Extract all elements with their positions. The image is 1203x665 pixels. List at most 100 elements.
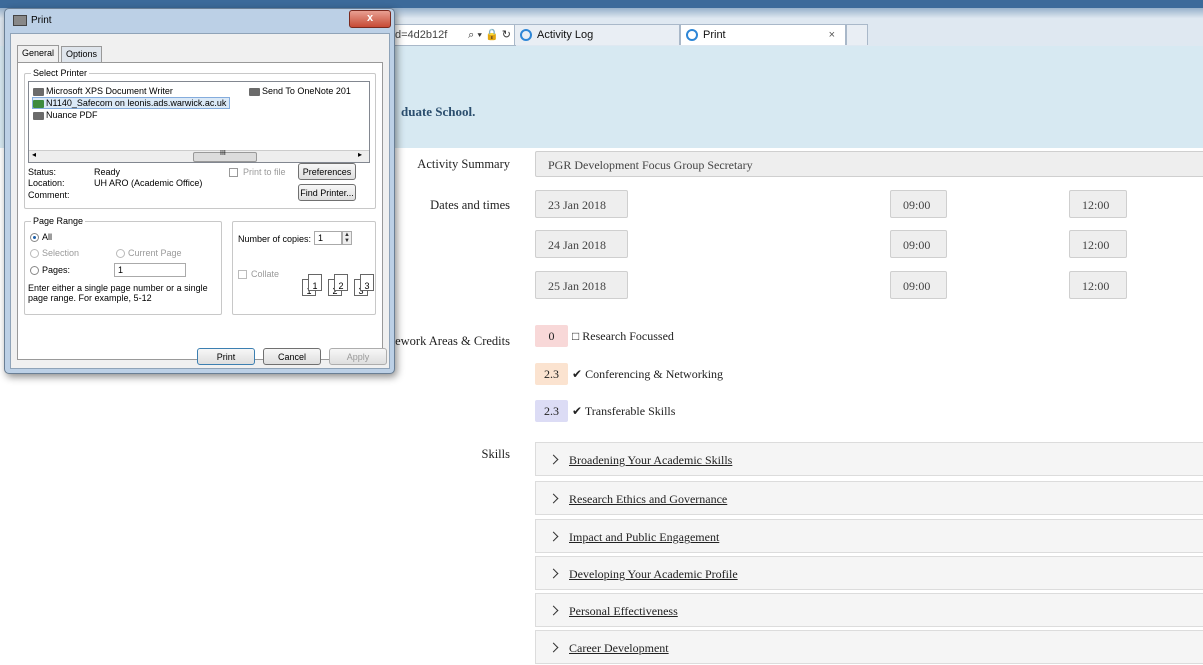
scroll-right-icon[interactable]: ▸ [358,150,362,159]
credit-item[interactable]: □ Research Focussed [572,329,674,344]
page-range-hint: Enter either a single page number or a s… [28,283,208,293]
tab-label: Activity Log [537,29,594,41]
current-page-label: Current Page [128,248,182,258]
preferences-button[interactable]: Preferences [298,163,356,180]
printer-item[interactable]: Nuance PDF [33,110,98,120]
skill-title[interactable]: Developing Your Academic Profile [569,567,738,581]
location-label: Location: [28,178,65,188]
select-printer-label: Select Printer [31,68,90,78]
collate-checkbox[interactable] [238,270,247,279]
skill-accordion[interactable]: Research Ethics and Governance [535,481,1203,515]
printer-name: Send To OneNote 201 [262,86,351,96]
start-time-field[interactable]: 09:00 [890,190,947,218]
scroll-thumb[interactable]: III [193,150,257,162]
comment-label: Comment: [28,190,70,200]
cancel-button[interactable]: Cancel [263,348,321,365]
end-time-field[interactable]: 12:00 [1069,230,1127,258]
all-label: All [42,232,53,242]
chevron-right-icon [548,454,559,465]
credit-value: 2.3 [535,400,568,422]
skill-title[interactable]: Broadening Your Academic Skills [569,453,732,467]
page-range-hint: page range. For example, 5-12 [28,293,152,303]
date-field[interactable]: 24 Jan 2018 [535,230,628,258]
printer-item-selected[interactable]: N1140_Safecom on leonis.ads.warwick.ac.u… [32,97,231,109]
end-time-field[interactable]: 12:00 [1069,190,1127,218]
close-tab-icon[interactable]: × [829,25,835,46]
pages-input[interactable]: 1 [114,263,186,277]
apply-button: Apply [329,348,387,365]
horizontal-scrollbar[interactable]: ◂ III ▸ [29,150,369,162]
location-value: UH ARO (Academic Office) [94,178,203,188]
skill-title[interactable]: Impact and Public Engagement [569,530,719,544]
chevron-right-icon [548,531,559,542]
chevron-right-icon [548,642,559,653]
print-button[interactable]: Print [197,348,255,365]
ie-icon [686,29,698,41]
credits-label: mework Areas & Credits [385,334,510,348]
start-time-field[interactable]: 09:00 [890,230,947,258]
skill-accordion[interactable]: Broadening Your Academic Skills [535,442,1203,476]
printer-icon [249,87,260,96]
copies-spinner[interactable]: ▲ ▼ [342,231,352,245]
date-field[interactable]: 23 Jan 2018 [535,190,628,218]
tab-print[interactable]: Print × [680,24,846,45]
pages-radio[interactable] [30,266,39,275]
credit-label-text: Conferencing & Networking [585,367,724,381]
all-radio[interactable] [30,233,39,242]
skill-title[interactable]: Career Development [569,641,669,655]
skill-title[interactable]: Personal Effectiveness [569,604,678,618]
credit-item[interactable]: ✔ Transferable Skills [572,404,675,419]
end-time-field[interactable]: 12:00 [1069,271,1127,299]
printer-icon [33,87,44,96]
print-to-file-checkbox[interactable] [229,168,238,177]
collate-page-icon: 2 [334,274,348,291]
printer-item[interactable]: Send To OneNote 201 [249,86,351,96]
activity-summary-field[interactable]: PGR Development Focus Group Secretary [535,151,1203,177]
page-header-title: duate School. [401,104,476,119]
skill-accordion[interactable]: Personal Effectiveness [535,593,1203,627]
print-to-file-label: Print to file [243,167,286,177]
printer-item[interactable]: Microsoft XPS Document Writer [33,86,173,96]
check-icon[interactable]: ✔ [572,367,582,381]
scroll-left-icon[interactable]: ◂ [32,150,36,159]
check-icon[interactable]: ✔ [572,404,582,418]
copies-input[interactable]: 1 [314,231,342,245]
skills-label: Skills [481,447,511,461]
collate-page-icon: 1 [308,274,322,291]
activity-summary-label: Activity Summary [417,157,510,171]
scroll-grip-icon: III [220,150,226,157]
date-field[interactable]: 25 Jan 2018 [535,271,628,299]
start-time-field[interactable]: 09:00 [890,271,947,299]
find-printer-button[interactable]: Find Printer... [298,184,356,201]
chevron-right-icon [548,493,559,504]
dates-label: Dates and times [430,198,510,212]
pages-label: Pages: [42,265,71,275]
skill-accordion[interactable]: Impact and Public Engagement [535,519,1203,553]
status-value: Ready [94,167,121,177]
skill-title[interactable]: Research Ethics and Governance [569,492,727,506]
printer-name: Nuance PDF [46,110,98,120]
collate-page-icon: 3 [360,274,374,291]
printer-name: N1140_Safecom on leonis.ads.warwick.ac.u… [46,98,227,108]
tab-activity-log[interactable]: Activity Log [514,24,680,45]
checkbox-icon[interactable]: □ [572,329,579,343]
tab-general[interactable]: General [17,45,60,63]
network-printer-icon [33,99,44,108]
tab-options[interactable]: Options [61,46,103,62]
address-bar[interactable]: d=4d2b12f ⌕ ▾ 🔒 ↻ [390,24,516,46]
skill-accordion[interactable]: Developing Your Academic Profile [535,556,1203,590]
skill-accordion[interactable]: Career Development [535,630,1203,664]
credit-label-text: Transferable Skills [584,404,676,418]
selection-label: Selection [42,248,80,258]
print-dialog: Print x General Options Select Printer M… [4,8,395,374]
dialog-body: General Options Select Printer Microsoft… [10,33,390,369]
credit-item[interactable]: ✔ Conferencing & Networking [572,367,723,382]
new-tab-button[interactable] [846,24,868,45]
printer-list[interactable]: Microsoft XPS Document Writer Send To On… [28,81,370,163]
close-button[interactable]: x [349,10,391,28]
address-text: d=4d2b12f [395,29,448,41]
printer-name: Microsoft XPS Document Writer [46,86,173,96]
address-tools-icon[interactable]: ⌕ ▾ 🔒 ↻ [468,25,511,45]
chevron-right-icon [548,568,559,579]
dialog-title: Print [13,15,52,26]
